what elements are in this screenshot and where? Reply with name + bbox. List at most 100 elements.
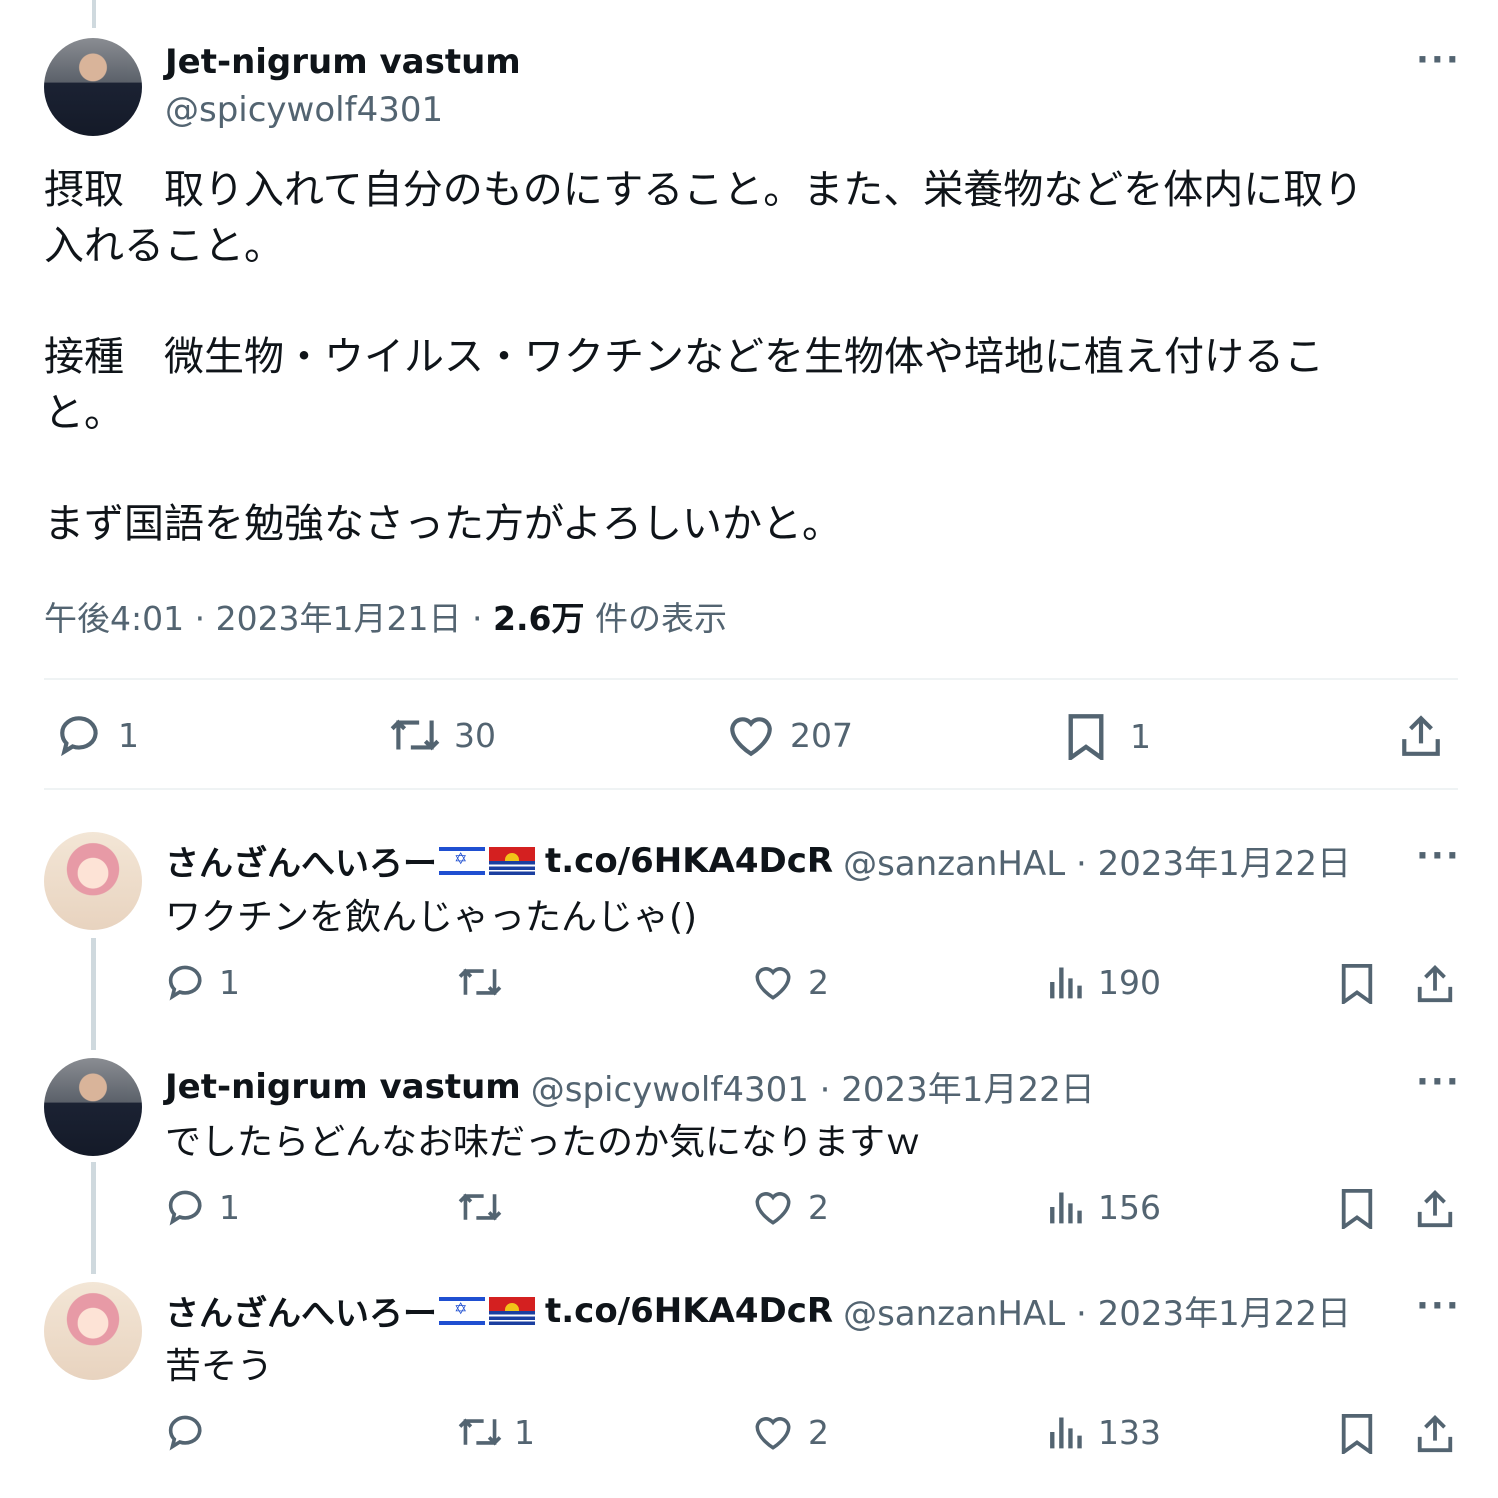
retweet-count: 1 [514,1412,535,1452]
views-button[interactable]: 190 [1046,962,1161,1002]
avatar[interactable] [44,1058,142,1156]
author-name[interactable]: Jet-nigrum vastum [165,42,521,82]
views-count: 190 [1098,962,1161,1002]
views-label: 件の表示 [584,599,727,638]
bookmark-icon [1064,712,1108,760]
more-icon[interactable]: ··· [1416,836,1461,876]
retweet-icon [388,712,442,758]
share-button[interactable] [1414,1412,1456,1454]
like-button[interactable]: 2 [752,1412,829,1452]
retweet-count: 30 [454,715,496,755]
reply-count: 1 [118,715,139,755]
like-icon [752,1187,794,1227]
divider [44,678,1458,680]
thread-line [91,1162,96,1274]
views-icon [1046,962,1084,1002]
reply-count: 1 [219,1187,240,1227]
bookmark-icon [1338,1187,1376,1229]
author-link[interactable]: t.co/6HKA4DcR [545,841,833,881]
retweet-button[interactable]: 1 [456,1412,535,1452]
tweet-text-line: 摂取 取り入れて自分のものにすること。また、栄養物などを体内に取り [44,167,1364,213]
retweet-icon [456,1187,504,1227]
author-handle-date[interactable]: @sanzanHAL · 2023年1月22日 [843,836,1351,885]
thread-connector-top [92,0,96,28]
bookmark-icon [1338,962,1376,1004]
avatar[interactable] [44,38,142,136]
israel-flag-icon [439,1296,485,1325]
like-button[interactable]: 2 [752,962,829,1002]
reply-button[interactable] [165,1412,219,1452]
views-count: 156 [1098,1187,1161,1227]
author-name[interactable]: さんざんへいろー [165,1286,437,1335]
views-button[interactable]: 133 [1046,1412,1161,1452]
more-icon[interactable]: ··· [1416,1062,1461,1102]
bookmark-button[interactable] [1338,1187,1376,1229]
views-button[interactable]: 156 [1046,1187,1161,1227]
divider [44,788,1458,790]
bookmark-button[interactable] [1338,962,1376,1004]
bookmark-button[interactable]: 1 [1064,712,1151,760]
share-button[interactable] [1398,712,1444,758]
share-icon [1398,712,1444,758]
reply-text: 苦そう [165,1346,274,1387]
tweet-text-line: と。 [44,390,124,436]
like-count: 2 [808,962,829,1002]
views-count: 133 [1098,1412,1161,1452]
tweet-text-line: 接種 微生物・ウイルス・ワクチンなどを生物体や培地に植え付けるこ [44,334,1324,380]
bookmark-icon [1338,1412,1376,1454]
author-handle-date[interactable]: @sanzanHAL · 2023年1月22日 [843,1286,1351,1335]
tweet-text-line: まず国語を勉強なさった方がよろしいかと。 [44,501,842,547]
like-button[interactable]: 2 [752,1187,829,1227]
retweet-button[interactable]: 30 [388,712,496,758]
share-button[interactable] [1414,1187,1456,1229]
retweet-button[interactable] [456,962,514,1002]
author-handle-date[interactable]: @spicywolf4301 · 2023年1月22日 [531,1062,1095,1111]
israel-flag-icon [439,846,485,875]
share-icon [1414,1412,1456,1454]
avatar[interactable] [44,832,142,930]
reply-text: ワクチンを飲んじゃったんじゃ() [165,897,698,938]
views-count: 2.6万 [493,599,585,638]
reply-icon [165,1187,209,1227]
like-button[interactable]: 207 [726,712,853,758]
reply-icon [165,962,209,1002]
like-icon [752,962,794,1002]
retweet-icon [456,1412,504,1452]
reply-header: さんざんへいろー t.co/6HKA4DcR @sanzanHAL · 2023… [165,836,1351,885]
views-icon [1046,1187,1084,1227]
share-icon [1414,1187,1456,1229]
reply-text: でしたらどんなお味だったのか気になりますｗ [165,1122,922,1163]
tweet-timestamp[interactable]: 午後4:01 · 2023年1月21日 · [44,599,493,638]
kiribati-flag-icon [489,846,535,875]
author-name[interactable]: さんざんへいろー [165,836,437,885]
share-button[interactable] [1414,962,1456,1004]
author-handle[interactable]: @spicywolf4301 [165,90,443,130]
like-count: 2 [808,1187,829,1227]
reply-icon [165,1412,209,1452]
tweet-text-line: 入れること。 [44,223,284,269]
views-icon [1046,1412,1084,1452]
reply-button[interactable]: 1 [165,962,240,1002]
like-icon [752,1412,794,1452]
more-icon[interactable]: ··· [1416,1286,1461,1326]
avatar[interactable] [44,1282,142,1380]
bookmark-count: 1 [1130,716,1151,756]
reply-icon [56,712,106,758]
retweet-icon [456,962,504,1002]
like-count: 207 [790,715,853,755]
bookmark-button[interactable] [1338,1412,1376,1454]
reply-button[interactable]: 1 [165,1187,240,1227]
kiribati-flag-icon [489,1296,535,1325]
tweet-meta: 午後4:01 · 2023年1月21日 · 2.6万 件の表示 [44,592,727,640]
thread-line [91,938,96,1050]
reply-count: 1 [219,962,240,1002]
like-icon [726,712,776,758]
author-link[interactable]: t.co/6HKA4DcR [545,1291,833,1331]
reply-header: さんざんへいろー t.co/6HKA4DcR @sanzanHAL · 2023… [165,1286,1351,1335]
author-name[interactable]: Jet-nigrum vastum [165,1067,521,1107]
reply-button[interactable]: 1 [56,712,139,758]
more-icon[interactable]: ··· [1416,40,1461,80]
like-count: 2 [808,1412,829,1452]
retweet-button[interactable] [456,1187,514,1227]
reply-header: Jet-nigrum vastum @spicywolf4301 · 2023年… [165,1062,1095,1111]
